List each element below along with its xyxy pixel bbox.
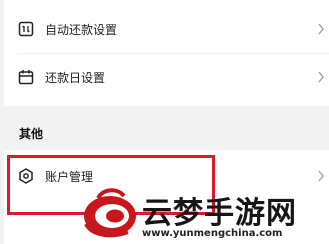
- chevron-right-icon: [318, 71, 324, 83]
- calendar-icon: [18, 70, 34, 85]
- auto-repay-settings-label: 自动还款设置: [45, 22, 118, 37]
- repayment-day-settings-label: 还款日设置: [45, 70, 106, 85]
- chevron-right-icon: [318, 23, 324, 35]
- section-title-other: 其他: [19, 127, 44, 141]
- watermark: 云梦手游网 www.yunmengchina.com: [82, 182, 329, 244]
- chevron-right-icon: [318, 170, 324, 182]
- auto-repay-icon: [18, 21, 34, 37]
- watermark-title: 云梦手游网: [142, 196, 297, 231]
- auto-repay-settings-row[interactable]: 自动还款设置: [4, 5, 329, 53]
- settings-card: 自动还款设置 还款日设置: [4, 0, 329, 106]
- repayment-day-settings-row[interactable]: 还款日设置: [4, 53, 329, 101]
- watermark-logo-icon: [84, 188, 136, 238]
- watermark-url: www.yunmengchina.com: [142, 228, 283, 239]
